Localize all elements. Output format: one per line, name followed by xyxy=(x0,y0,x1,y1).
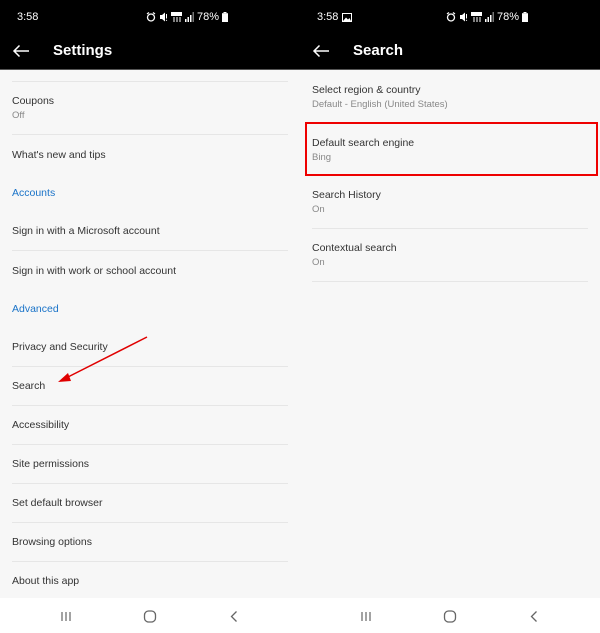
item-value: Off xyxy=(12,110,25,121)
lte-icon xyxy=(471,12,482,22)
time-text: 3:58 xyxy=(317,11,339,23)
app-bar: Settings xyxy=(0,36,300,70)
item-label: Sign in with work or school account xyxy=(12,264,176,277)
recent-apps-button[interactable] xyxy=(356,608,376,624)
settings-item-work-account[interactable]: Sign in with work or school account xyxy=(12,251,288,290)
home-icon xyxy=(443,609,457,623)
recent-apps-button[interactable] xyxy=(56,608,76,624)
settings-item-whats-new[interactable]: What's new and tips xyxy=(12,135,288,174)
home-icon xyxy=(143,609,157,623)
settings-item-about[interactable]: About this app xyxy=(12,562,288,601)
battery-percent: 78% xyxy=(497,11,520,23)
home-button[interactable] xyxy=(140,608,160,624)
recent-apps-icon xyxy=(361,611,371,621)
settings-item-search[interactable]: Search xyxy=(12,367,288,406)
status-bar: 3:58 78% xyxy=(300,0,600,36)
settings-screen: 3:58 78% Settings Coupons Off What's new… xyxy=(0,0,300,633)
item-label: Search xyxy=(12,380,46,392)
item-value: Bing xyxy=(312,151,332,163)
item-label: Default search engine xyxy=(312,136,415,149)
battery-percent: 78% xyxy=(197,11,220,23)
item-label: Search History xyxy=(312,189,381,201)
signal-icon xyxy=(485,12,494,22)
navigation-bar xyxy=(0,598,300,633)
settings-item-browsing-options[interactable]: Browsing options xyxy=(12,523,288,562)
settings-item-privacy[interactable]: Privacy and Security xyxy=(12,328,288,367)
nav-back-button[interactable] xyxy=(224,608,244,624)
lte-icon xyxy=(171,12,182,22)
recent-apps-icon xyxy=(61,611,71,621)
page-title: Settings xyxy=(53,42,113,59)
item-value: Default - English (United States) xyxy=(312,98,448,110)
search-item-region[interactable]: Select region & country Default - Englis… xyxy=(312,70,588,123)
settings-list: Coupons Off What's new and tips Accounts… xyxy=(0,70,300,601)
item-label: Coupons xyxy=(12,95,55,107)
item-label: Set default browser xyxy=(12,497,103,509)
search-item-default-engine[interactable]: Default search engine Bing xyxy=(312,123,588,176)
settings-item-microsoft-account[interactable]: Sign in with a Microsoft account xyxy=(12,212,288,251)
item-value: On xyxy=(312,204,325,215)
battery-icon xyxy=(222,12,229,22)
status-icons: 78% xyxy=(146,11,229,23)
item-label: Contextual search xyxy=(312,242,397,254)
status-time: 3:58 xyxy=(317,11,353,23)
item-label: Sign in with a Microsoft account xyxy=(12,225,160,237)
item-label: About this app xyxy=(12,575,80,587)
signal-icon xyxy=(185,12,194,22)
item-label: Site permissions xyxy=(12,458,90,470)
settings-item-default-browser[interactable]: Set default browser xyxy=(12,484,288,523)
back-button[interactable] xyxy=(10,40,32,62)
item-label: What's new and tips xyxy=(12,148,106,161)
nav-back-icon xyxy=(530,610,537,622)
item-label: Accessibility xyxy=(12,419,70,431)
status-icons: 78% xyxy=(446,11,529,23)
status-time: 3:58 xyxy=(17,11,38,23)
back-arrow-icon xyxy=(312,44,329,58)
settings-item-accessibility[interactable]: Accessibility xyxy=(12,406,288,445)
time-text: 3:58 xyxy=(17,11,39,23)
settings-item-coupons[interactable]: Coupons Off xyxy=(12,82,288,135)
search-settings-list: Select region & country Default - Englis… xyxy=(300,70,600,282)
item-value: On xyxy=(312,257,325,268)
nav-back-button[interactable] xyxy=(524,608,544,624)
navigation-bar xyxy=(300,598,600,633)
list-divider xyxy=(12,70,288,82)
battery-icon xyxy=(522,12,529,22)
app-bar: Search xyxy=(300,36,600,70)
search-screen: 3:58 78% Search Select region & country … xyxy=(300,0,600,633)
home-button[interactable] xyxy=(440,608,460,624)
page-title: Search xyxy=(353,42,404,59)
mute-icon xyxy=(460,12,468,22)
alarm-icon xyxy=(446,12,456,22)
alarm-icon xyxy=(146,12,156,22)
mute-icon xyxy=(160,12,168,22)
item-label: Select region & country xyxy=(312,83,421,96)
back-button[interactable] xyxy=(310,40,332,62)
section-header-advanced: Advanced xyxy=(12,303,59,315)
section-header-accounts: Accounts xyxy=(12,187,56,199)
search-item-contextual[interactable]: Contextual search On xyxy=(312,229,588,282)
search-item-history[interactable]: Search History On xyxy=(312,176,588,229)
item-label: Browsing options xyxy=(12,536,92,548)
settings-item-site-permissions[interactable]: Site permissions xyxy=(12,445,288,484)
status-bar: 3:58 78% xyxy=(0,0,300,36)
gallery-notification-icon xyxy=(342,12,353,22)
nav-back-icon xyxy=(230,610,237,622)
item-label: Privacy and Security xyxy=(12,341,108,353)
back-arrow-icon xyxy=(12,44,29,58)
